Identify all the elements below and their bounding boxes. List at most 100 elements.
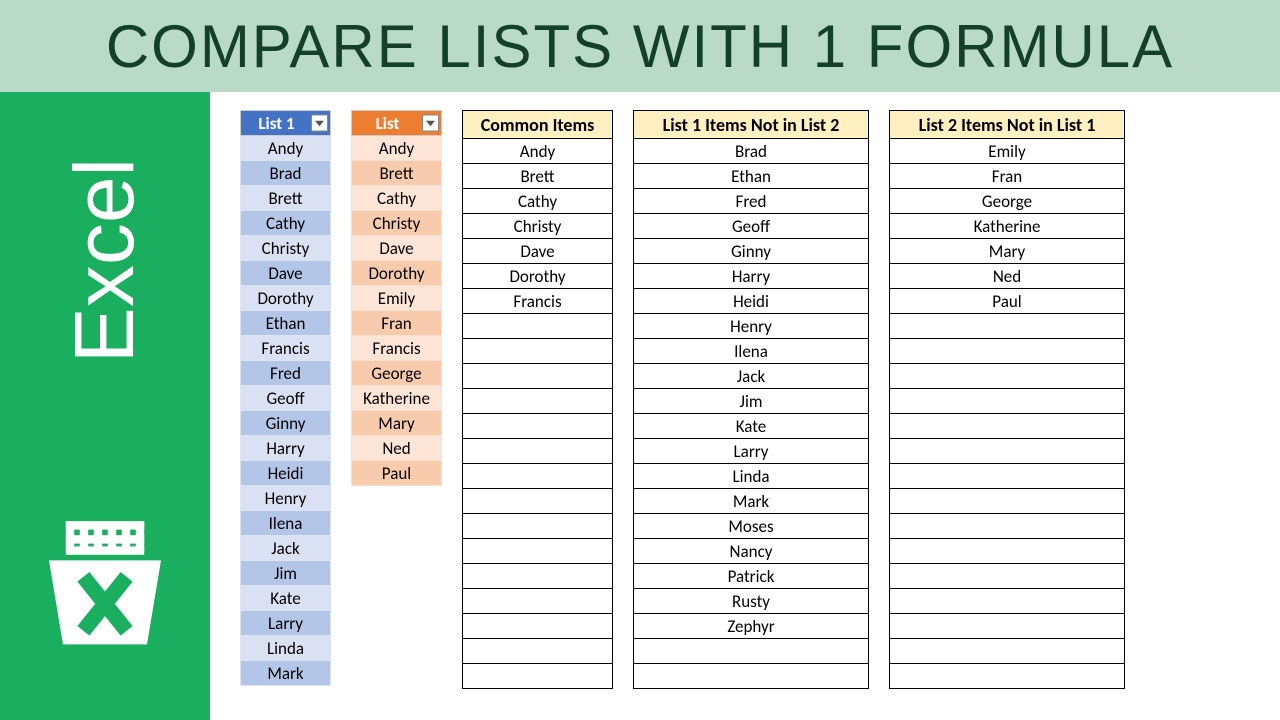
table-cell[interactable]: Christy [241,236,331,261]
filter-dropdown-icon[interactable] [422,115,439,132]
table-cell[interactable]: Fran [890,164,1125,189]
table-cell[interactable] [890,414,1125,439]
header-list1[interactable]: List 1 [241,111,331,136]
table-cell[interactable]: George [352,361,442,386]
table-cell[interactable] [890,439,1125,464]
table-cell[interactable] [890,464,1125,489]
table-cell[interactable]: Moses [634,514,869,539]
table-cell[interactable]: Jack [634,364,869,389]
table-cell[interactable]: Heidi [241,461,331,486]
table-cell[interactable] [634,664,869,689]
table-cell[interactable]: Brett [463,164,613,189]
table-cell[interactable]: Larry [241,611,331,636]
table-cell[interactable]: Linda [634,464,869,489]
table-cell[interactable]: Ned [352,436,442,461]
table-cell[interactable]: Dorothy [241,286,331,311]
table-cell[interactable]: Andy [352,136,442,161]
table-cell[interactable]: Katherine [352,386,442,411]
table-cell[interactable]: Ginny [634,239,869,264]
table-cell[interactable]: Jim [241,561,331,586]
table-cell[interactable]: Ginny [241,411,331,436]
table-cell[interactable]: Dave [241,261,331,286]
table-cell[interactable]: Cathy [241,211,331,236]
table-cell[interactable]: Brad [241,161,331,186]
table-cell[interactable] [890,539,1125,564]
table-cell[interactable]: Brad [634,139,869,164]
table-cell[interactable]: Jack [241,536,331,561]
table-cell[interactable] [890,614,1125,639]
table-cell[interactable] [463,664,613,689]
table-cell[interactable] [463,489,613,514]
table-cell[interactable]: Geoff [241,386,331,411]
table-cell[interactable]: Christy [463,214,613,239]
table-cell[interactable] [463,364,613,389]
table-cell[interactable]: Geoff [634,214,869,239]
table-cell[interactable]: Mark [241,661,331,686]
table-cell[interactable]: Harry [634,264,869,289]
table-cell[interactable]: Heidi [634,289,869,314]
table-cell[interactable] [463,439,613,464]
table-cell[interactable]: Ethan [241,311,331,336]
table-cell[interactable]: Paul [890,289,1125,314]
table-cell[interactable] [890,514,1125,539]
table-cell[interactable] [463,414,613,439]
table-cell[interactable]: Christy [352,211,442,236]
table-cell[interactable]: Fred [241,361,331,386]
table-cell[interactable]: Cathy [463,189,613,214]
table-cell[interactable] [890,664,1125,689]
table-cell[interactable]: Brett [352,161,442,186]
table-cell[interactable]: Larry [634,439,869,464]
table-cell[interactable]: Katherine [890,214,1125,239]
table-cell[interactable]: Emily [352,286,442,311]
table-cell[interactable] [463,589,613,614]
table-cell[interactable]: Zephyr [634,614,869,639]
table-cell[interactable]: Francis [241,336,331,361]
table-cell[interactable]: Fran [352,311,442,336]
table-cell[interactable]: Harry [241,436,331,461]
table-cell[interactable] [890,339,1125,364]
table-cell[interactable] [890,389,1125,414]
table-cell[interactable] [463,464,613,489]
table-cell[interactable] [463,339,613,364]
table-cell[interactable] [890,589,1125,614]
table-cell[interactable]: Francis [463,289,613,314]
table-cell[interactable]: Brett [241,186,331,211]
table-cell[interactable]: Ilena [634,339,869,364]
table-cell[interactable]: Fred [634,189,869,214]
table-cell[interactable]: Dorothy [352,261,442,286]
table-cell[interactable]: Dave [352,236,442,261]
table-cell[interactable] [463,639,613,664]
table-cell[interactable]: Cathy [352,186,442,211]
table-cell[interactable]: Andy [241,136,331,161]
table-cell[interactable]: Dorothy [463,264,613,289]
table-cell[interactable]: George [890,189,1125,214]
table-cell[interactable] [463,389,613,414]
table-cell[interactable]: Rusty [634,589,869,614]
table-cell[interactable]: Paul [352,461,442,486]
table-cell[interactable]: Ilena [241,511,331,536]
header-list2[interactable]: List [352,111,442,136]
table-cell[interactable]: Mark [634,489,869,514]
table-cell[interactable] [463,564,613,589]
table-cell[interactable] [890,564,1125,589]
table-cell[interactable] [463,614,613,639]
table-cell[interactable]: Ethan [634,164,869,189]
table-cell[interactable]: Jim [634,389,869,414]
table-cell[interactable]: Francis [352,336,442,361]
table-cell[interactable]: Dave [463,239,613,264]
table-cell[interactable]: Kate [634,414,869,439]
table-cell[interactable] [463,314,613,339]
table-cell[interactable] [463,539,613,564]
table-cell[interactable]: Patrick [634,564,869,589]
table-cell[interactable]: Kate [241,586,331,611]
table-cell[interactable]: Andy [463,139,613,164]
table-cell[interactable]: Mary [890,239,1125,264]
table-cell[interactable]: Henry [634,314,869,339]
table-cell[interactable] [890,314,1125,339]
table-cell[interactable] [890,489,1125,514]
table-cell[interactable]: Henry [241,486,331,511]
table-cell[interactable]: Nancy [634,539,869,564]
table-cell[interactable] [634,639,869,664]
table-cell[interactable]: Ned [890,264,1125,289]
table-cell[interactable] [890,639,1125,664]
